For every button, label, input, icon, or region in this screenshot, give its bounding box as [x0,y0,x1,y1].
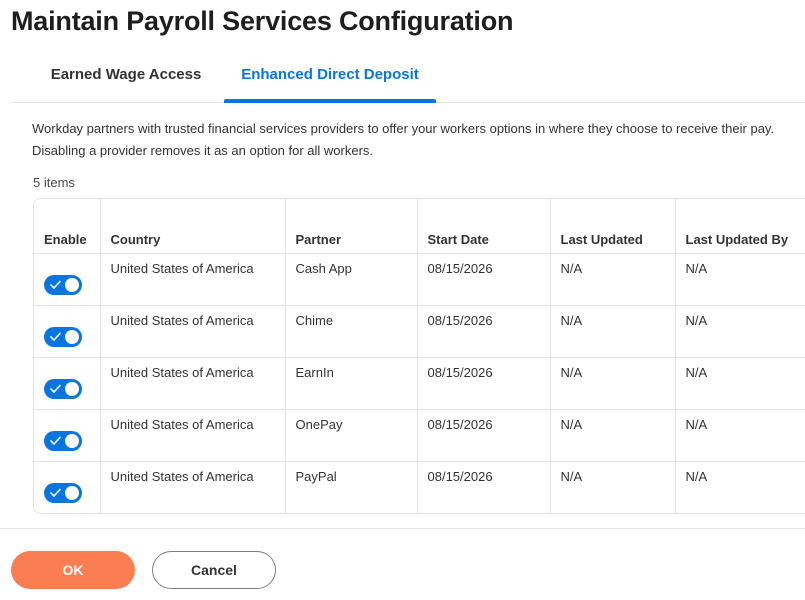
table-row: United States of America EarnIn 08/15/20… [34,357,805,410]
table-row: United States of America OnePay 08/15/20… [34,409,805,462]
country-cell: United States of America [100,253,286,306]
check-icon [50,488,61,497]
enable-cell [34,461,101,513]
tab-label: Enhanced Direct Deposit [241,66,419,83]
column-header-last-updated-by[interactable]: Last Updated By [675,199,805,254]
last-updated-cell: N/A [550,305,676,358]
column-header-last-updated[interactable]: Last Updated [550,199,676,254]
start-date-cell: 08/15/2026 [417,357,551,410]
description-line: Disabling a provider removes it as an op… [32,143,374,158]
table-row: United States of America Chime 08/15/202… [34,305,805,358]
column-header-partner[interactable]: Partner [285,199,418,254]
enable-cell [34,253,101,306]
enable-toggle[interactable] [44,482,82,503]
toggle-knob [65,433,79,448]
column-header-enable[interactable]: Enable [34,199,101,254]
enable-cell [34,409,101,462]
active-tab-indicator [224,99,436,103]
country-cell: United States of America [100,409,286,462]
last-updated-by-cell: N/A [675,409,805,462]
check-icon [50,280,61,289]
tab-enhanced-direct-deposit[interactable]: Enhanced Direct Deposit [224,56,436,103]
cancel-button[interactable]: Cancel [152,551,276,589]
column-header-country[interactable]: Country [100,199,286,254]
check-icon [50,332,61,341]
enable-toggle[interactable] [44,274,82,295]
table-row: United States of America PayPal 08/15/20… [34,461,805,513]
start-date-cell: 08/15/2026 [417,305,551,358]
enable-toggle[interactable] [44,326,82,347]
last-updated-cell: N/A [550,253,676,306]
start-date-cell: 08/15/2026 [417,461,551,513]
enable-toggle[interactable] [44,378,82,399]
enable-toggle[interactable] [44,430,82,451]
country-cell: United States of America [100,357,286,410]
last-updated-by-cell: N/A [675,305,805,358]
page-title: Maintain Payroll Services Configuration [11,6,514,36]
table-row: United States of America Cash App 08/15/… [34,253,805,306]
table-header-row: Enable Country Partner Start Date Last U… [34,199,805,254]
footer-divider [0,528,805,529]
column-header-start-date[interactable]: Start Date [417,199,551,254]
country-cell: United States of America [100,461,286,513]
tab-label: Earned Wage Access [50,66,202,83]
country-cell: United States of America [100,305,286,358]
last-updated-cell: N/A [550,461,676,513]
last-updated-cell: N/A [550,357,676,410]
start-date-cell: 08/15/2026 [417,409,551,462]
last-updated-by-cell: N/A [675,253,805,306]
check-icon [50,384,61,393]
toggle-knob [65,485,79,500]
description: Workday partners with trusted financial … [32,118,802,162]
partner-cell: PayPal [285,461,418,513]
partner-cell: OnePay [285,409,418,462]
partner-cell: EarnIn [285,357,418,410]
enable-cell [34,305,101,358]
items-count: 5 items [33,175,75,190]
toggle-knob [65,277,79,292]
partners-table: Enable Country Partner Start Date Last U… [33,198,805,514]
enable-cell [34,357,101,410]
ok-button[interactable]: OK [11,551,135,589]
toggle-knob [65,381,79,396]
description-line: Workday partners with trusted financial … [32,121,775,136]
check-icon [50,436,61,445]
tab-bar: Earned Wage Access Enhanced Direct Depos… [11,56,805,103]
last-updated-by-cell: N/A [675,357,805,410]
partner-cell: Cash App [285,253,418,306]
partner-cell: Chime [285,305,418,358]
last-updated-cell: N/A [550,409,676,462]
toggle-knob [65,329,79,344]
tab-earned-wage-access[interactable]: Earned Wage Access [39,56,213,102]
last-updated-by-cell: N/A [675,461,805,513]
start-date-cell: 08/15/2026 [417,253,551,306]
